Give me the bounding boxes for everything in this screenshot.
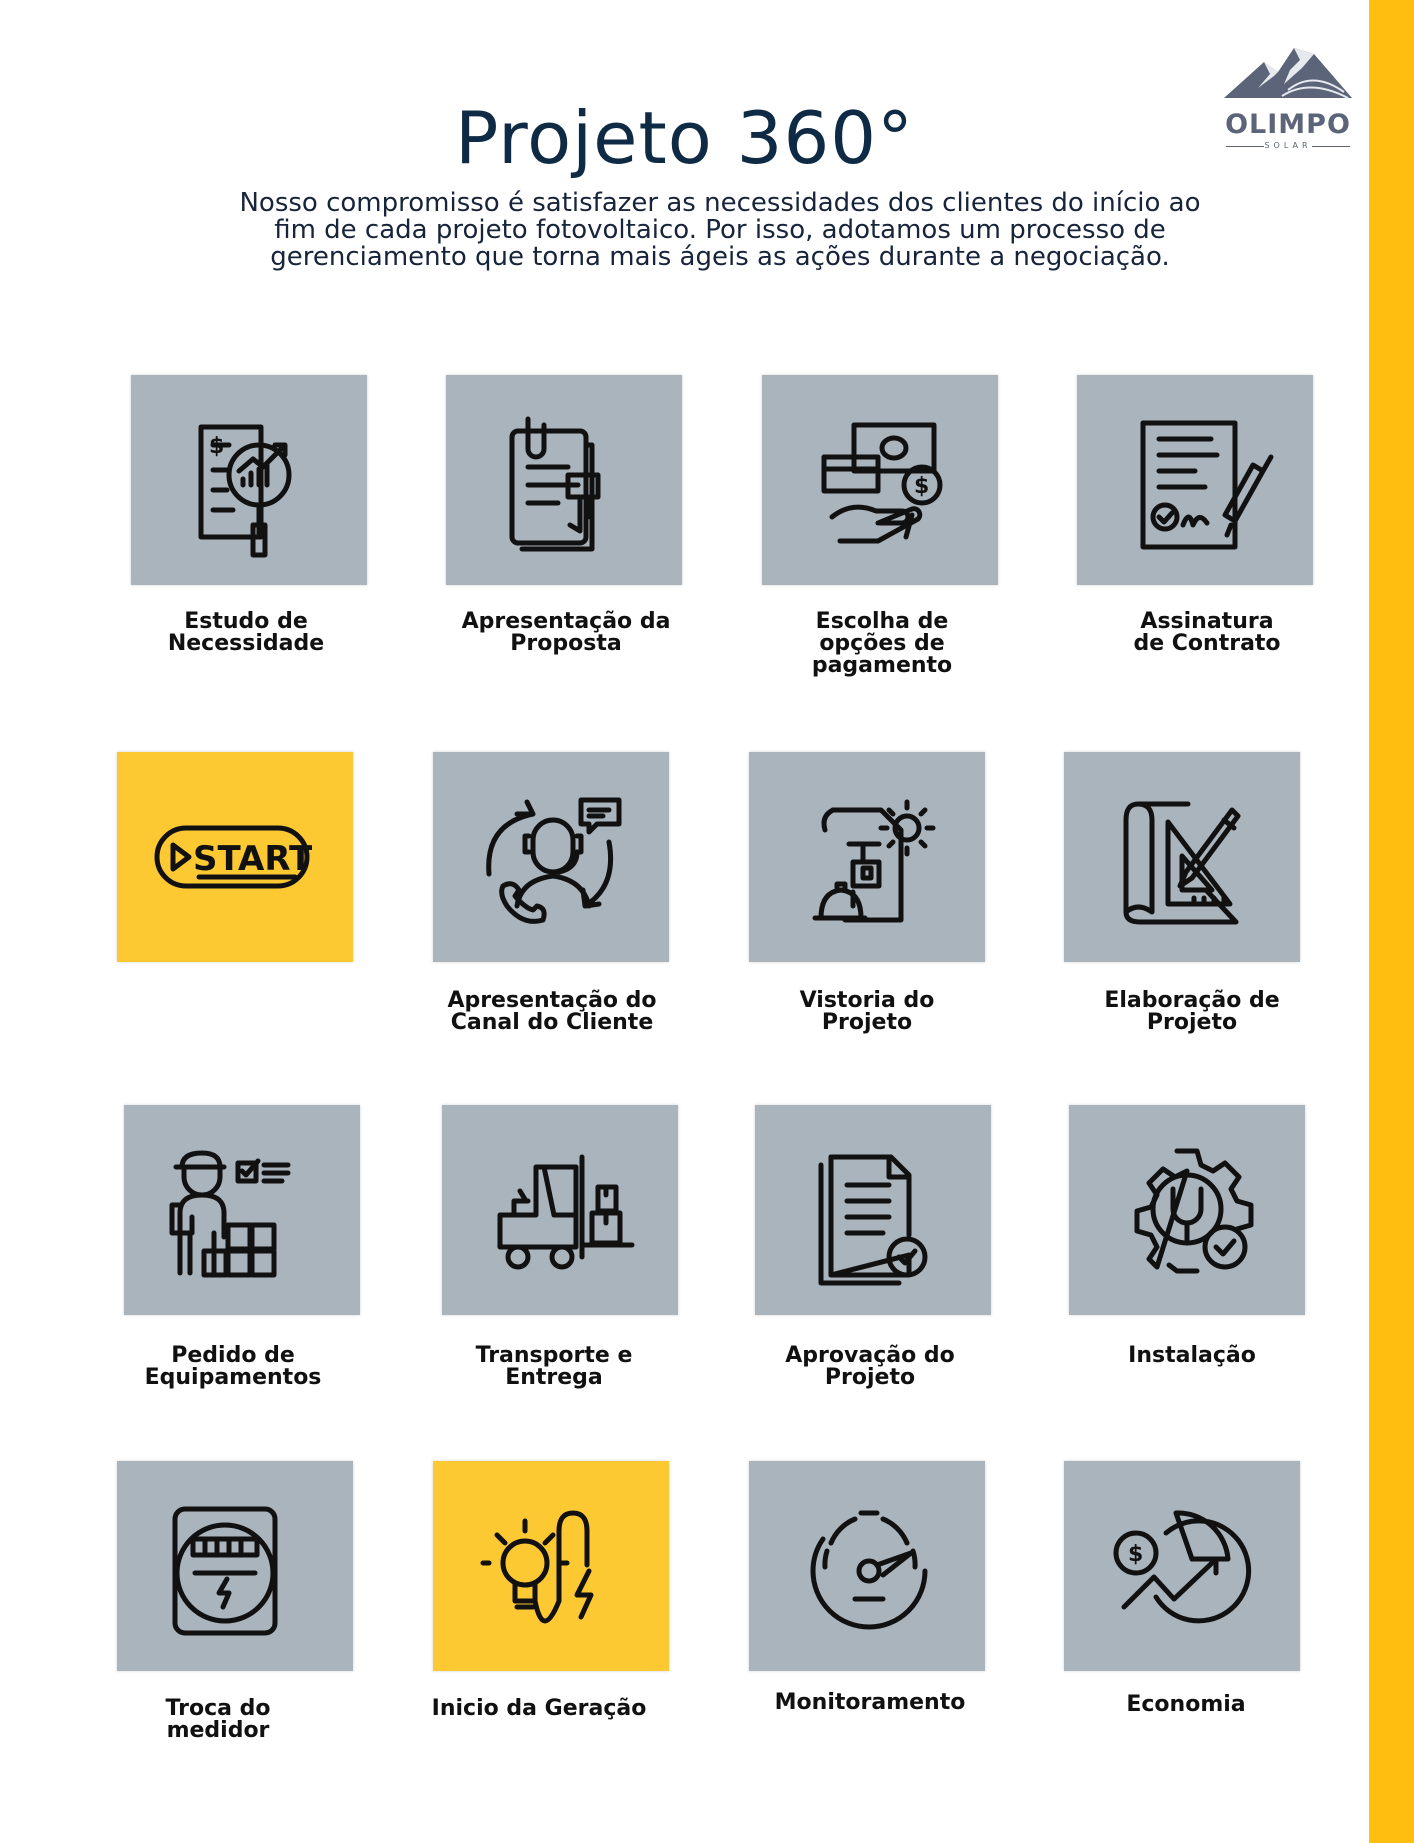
svg-text:$: $ [1128, 1542, 1143, 1567]
step-label-line: Pedido de [171, 1343, 295, 1368]
step-label-line: Apresentação da [461, 609, 671, 634]
step-label-line: Monitoramento [774, 1690, 966, 1715]
step-card-transporte [442, 1105, 678, 1315]
step-label: Escolha de opções de pagamento [742, 611, 1022, 677]
step-card-pedido [124, 1105, 360, 1315]
step-card-geracao [433, 1461, 669, 1671]
customer-support-icon [486, 797, 622, 924]
step-card-contrato [1077, 375, 1313, 585]
step-label: Transporte e Entrega [414, 1345, 694, 1389]
accent-stripe [1369, 0, 1414, 1843]
step-label-line: Inicio da Geração [431, 1696, 647, 1721]
start-icon: START [154, 825, 313, 889]
step-card-monitoramento [749, 1461, 985, 1671]
page-title: Projeto 360° [454, 96, 915, 180]
step-label-line: Aprovação do [785, 1343, 955, 1368]
intro-line: gerenciamento que torna mais ágeis as aç… [270, 242, 1170, 272]
engineering-blueprint-icon [812, 799, 936, 923]
worker-order-icon [169, 1150, 291, 1278]
step-label-line: Equipamentos [144, 1365, 322, 1390]
step-label-line: Apresentação do [447, 988, 657, 1013]
step-label-line: Assinatura [1140, 609, 1274, 634]
step-label-line: Vistoria do [799, 988, 935, 1013]
step-label: Estudo de Necessidade [106, 611, 386, 655]
step-label: Apresentação do Canal do Cliente [412, 990, 692, 1034]
step-card-proposta [446, 375, 682, 585]
financial-analysis-icon: $ [198, 424, 292, 558]
step-label-line: Troca do [165, 1696, 271, 1721]
step-card-estudo: $ [131, 375, 367, 585]
svg-text:$: $ [209, 434, 224, 459]
step-label: Pedido de Equipamentos [93, 1345, 373, 1389]
intro-line: Nosso compromisso é satisfazer as necess… [239, 188, 1201, 218]
step-label-line: Instalação [1128, 1343, 1256, 1368]
contract-signature-icon [1140, 420, 1274, 550]
step-card-medidor [117, 1461, 353, 1671]
step-label: Elaboração de Projeto [1052, 990, 1332, 1034]
document-approved-icon [818, 1154, 928, 1286]
page-intro: Nosso compromisso é satisfazer as necess… [170, 190, 1270, 271]
step-label: Economia [1046, 1694, 1326, 1716]
step-label-line: medidor [166, 1718, 270, 1743]
step-card-vistoria [749, 752, 985, 962]
step-card-canal [433, 752, 669, 962]
lightbulb-energy-icon [480, 1510, 594, 1624]
gear-wrench-icon [1134, 1148, 1254, 1274]
savings-chart-icon: $ [1113, 1510, 1252, 1624]
step-label-line: Projeto [1146, 1010, 1238, 1035]
step-label-line: Elaboração de [1104, 988, 1280, 1013]
step-label-line: Estudo de [184, 609, 308, 634]
payment-options-icon: $ [821, 422, 943, 544]
step-card-aprovacao [755, 1105, 991, 1315]
step-label: Troca do medidor [78, 1698, 358, 1742]
start-text: START [193, 839, 313, 879]
step-label-line: Economia [1126, 1692, 1246, 1717]
step-label-line: Necessidade [167, 631, 325, 656]
step-card-pagamento: $ [762, 375, 998, 585]
step-label-line: Transporte e [475, 1343, 633, 1368]
step-label: Monitoramento [730, 1692, 1010, 1714]
intro-line: fim de cada projeto fotovoltaico. Por is… [274, 215, 1166, 245]
step-label: Inicio da Geração [399, 1698, 679, 1720]
step-card-economia: $ [1064, 1461, 1300, 1671]
step-label: Apresentação da Proposta [426, 611, 706, 655]
step-label-line: Proposta [510, 631, 622, 656]
step-card-instalacao [1069, 1105, 1305, 1315]
step-label-line: pagamento [811, 653, 953, 678]
step-label: Assinatura de Contrato [1067, 611, 1347, 655]
speedometer-icon [810, 1510, 928, 1630]
step-label-line: Projeto [824, 1365, 916, 1390]
electric-meter-icon [172, 1506, 278, 1636]
step-label-line: Entrega [505, 1365, 603, 1390]
forklift-icon [497, 1154, 635, 1270]
step-label-line: de Contrato [1133, 631, 1281, 656]
step-label-line: opções de [819, 631, 945, 656]
step-label: Aprovação do Projeto [730, 1345, 1010, 1389]
step-card-elaboracao [1064, 752, 1300, 962]
step-label-line: Canal do Cliente [450, 1010, 654, 1035]
blueprint-design-icon [1123, 801, 1241, 925]
step-card-start: START [117, 752, 353, 962]
svg-text:$: $ [914, 474, 929, 499]
document-proposal-icon [509, 416, 601, 552]
step-label-line: Projeto [821, 1010, 913, 1035]
step-label: Instalação [1052, 1345, 1332, 1367]
step-label: Vistoria do Projeto [727, 990, 1007, 1034]
step-label-line: Escolha de [815, 609, 949, 634]
